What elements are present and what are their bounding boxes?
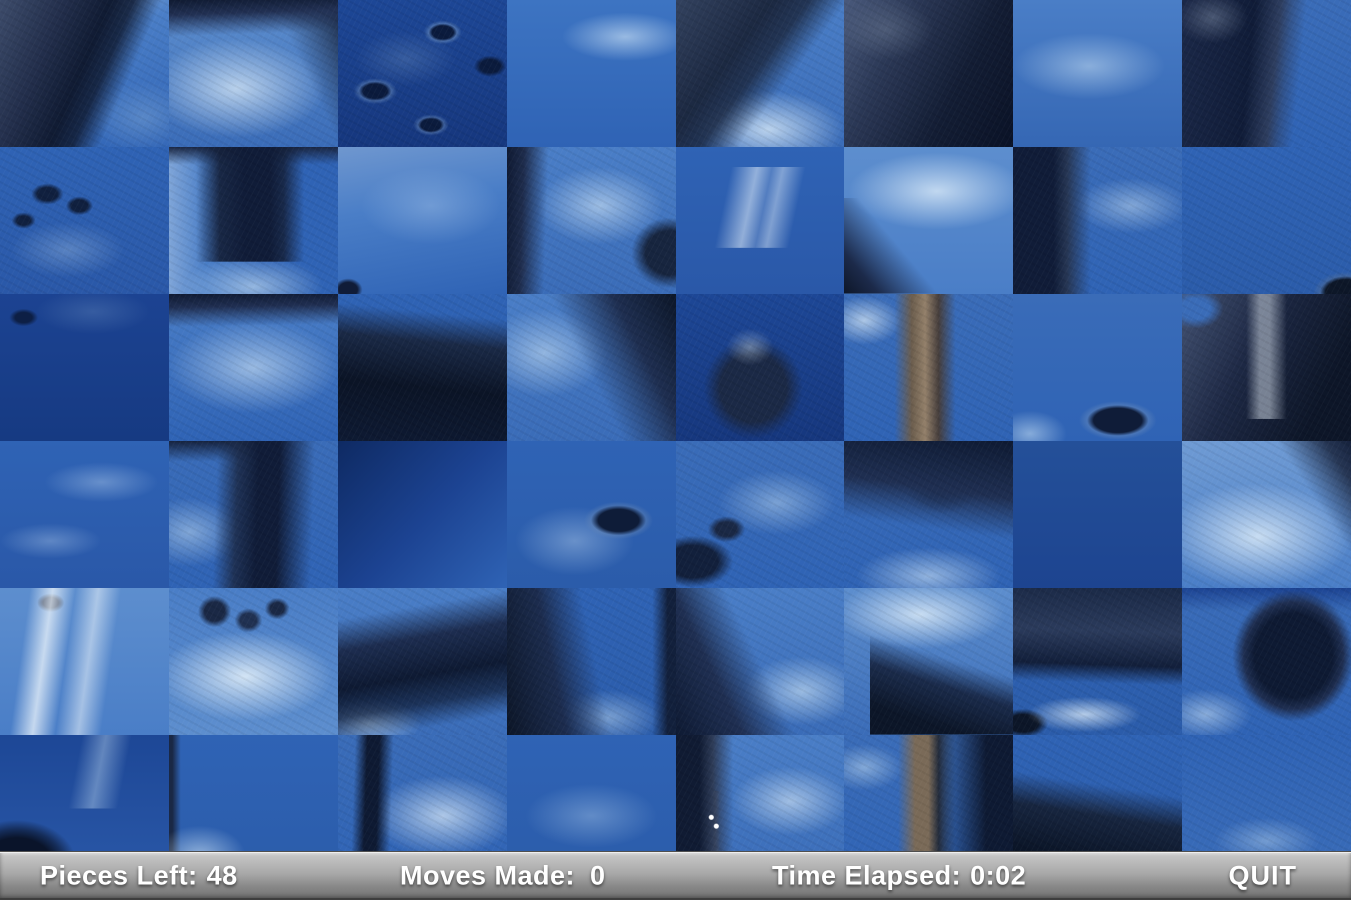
puzzle-tile-r1c5[interactable] [844, 147, 1013, 294]
quit-button[interactable]: QUIT [1229, 861, 1298, 892]
moves-made-stat: Moves Made: 0 [400, 863, 606, 890]
puzzle-tile-r0c5[interactable] [844, 0, 1013, 147]
jigsaw-puzzle-screen: Pieces Left: 48 Moves Made: 0 Time Elapsed… [0, 0, 1351, 900]
puzzle-tile-r3c7[interactable] [1182, 441, 1351, 588]
puzzle-tile-r4c5[interactable] [844, 588, 1013, 735]
puzzle-tile-r0c6[interactable] [1013, 0, 1182, 147]
puzzle-tile-r1c7[interactable] [1182, 147, 1351, 294]
time-elapsed-value: 0:02 [970, 861, 1026, 891]
puzzle-tile-r3c6[interactable] [1013, 441, 1182, 588]
puzzle-tile-r4c1[interactable] [169, 588, 338, 735]
puzzle-tile-r4c6[interactable] [1013, 588, 1182, 735]
moves-made-label: Moves Made: [400, 861, 575, 891]
puzzle-tile-r2c0[interactable] [0, 294, 169, 441]
puzzle-tile-r1c1[interactable] [169, 147, 338, 294]
puzzle-tile-r3c0[interactable] [0, 441, 169, 588]
puzzle-tile-r5c3[interactable] [507, 735, 676, 852]
puzzle-tile-r4c3[interactable] [507, 588, 676, 735]
puzzle-tile-r1c6[interactable] [1013, 147, 1182, 294]
puzzle-tile-r5c5[interactable] [844, 735, 1013, 852]
puzzle-tile-r3c1[interactable] [169, 441, 338, 588]
pieces-left-value: 48 [207, 861, 238, 891]
puzzle-tile-r5c6[interactable] [1013, 735, 1182, 852]
puzzle-tile-r4c0[interactable] [0, 588, 169, 735]
puzzle-tile-r3c4[interactable] [676, 441, 845, 588]
puzzle-tile-r2c5[interactable] [844, 294, 1013, 441]
puzzle-tile-r5c0[interactable] [0, 735, 169, 852]
moves-made-value: 0 [590, 861, 606, 891]
puzzle-tile-r0c2[interactable] [338, 0, 507, 147]
puzzle-tile-r0c0[interactable] [0, 0, 169, 147]
pieces-left-stat: Pieces Left: 48 [40, 863, 238, 890]
puzzle-tile-r0c3[interactable] [507, 0, 676, 147]
puzzle-tile-r5c7[interactable] [1182, 735, 1351, 852]
puzzle-tile-r3c2[interactable] [338, 441, 507, 588]
puzzle-tile-r3c3[interactable] [507, 441, 676, 588]
puzzle-tile-r4c2[interactable] [338, 588, 507, 735]
puzzle-tile-r4c7[interactable] [1182, 588, 1351, 735]
puzzle-tile-r5c4[interactable] [676, 735, 845, 852]
puzzle-tile-r0c1[interactable] [169, 0, 338, 147]
time-elapsed-stat: Time Elapsed: 0:02 [772, 863, 1026, 890]
puzzle-tile-r2c1[interactable] [169, 294, 338, 441]
puzzle-tile-r0c7[interactable] [1182, 0, 1351, 147]
puzzle-tile-r4c4[interactable] [676, 588, 845, 735]
puzzle-tile-r0c4[interactable] [676, 0, 845, 147]
puzzle-tile-r2c7[interactable] [1182, 294, 1351, 441]
status-bar: Pieces Left: 48 Moves Made: 0 Time Elapsed… [0, 851, 1351, 900]
puzzle-grid [0, 0, 1351, 852]
puzzle-tile-r1c2[interactable] [338, 147, 507, 294]
puzzle-tile-r1c0[interactable] [0, 147, 169, 294]
puzzle-tile-r5c1[interactable] [169, 735, 338, 852]
puzzle-tile-r2c6[interactable] [1013, 294, 1182, 441]
puzzle-tile-r3c5[interactable] [844, 441, 1013, 588]
puzzle-tile-r1c3[interactable] [507, 147, 676, 294]
puzzle-tile-r5c2[interactable] [338, 735, 507, 852]
time-elapsed-label: Time Elapsed: [772, 861, 961, 891]
puzzle-tile-r2c3[interactable] [507, 294, 676, 441]
puzzle-tile-r2c4[interactable] [676, 294, 845, 441]
puzzle-tile-r2c2[interactable] [338, 294, 507, 441]
puzzle-tile-r1c4[interactable] [676, 147, 845, 294]
pieces-left-label: Pieces Left: [40, 861, 198, 891]
